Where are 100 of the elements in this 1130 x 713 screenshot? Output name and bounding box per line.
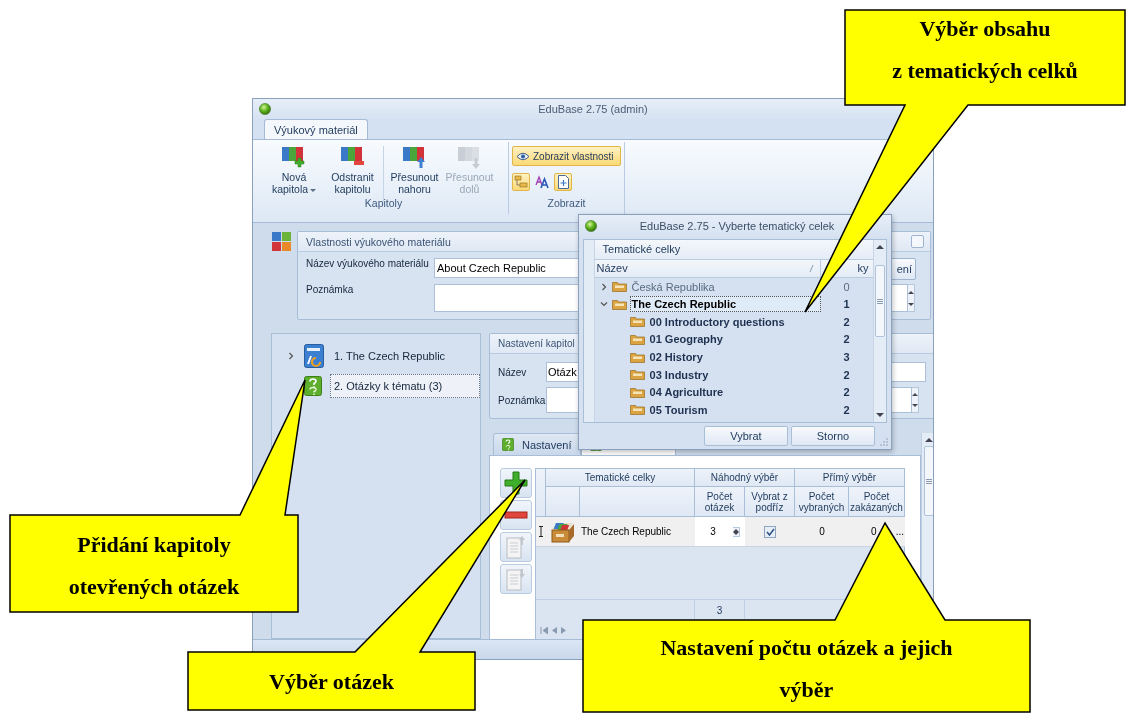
resize-grip-icon[interactable] <box>880 438 888 446</box>
chapter-item[interactable]: 1. The Czech Republic <box>330 344 450 369</box>
text-document-icon <box>304 344 324 369</box>
column-header: Počet otázek <box>695 487 745 518</box>
add-chapter-icon <box>281 145 307 170</box>
column-header: Přímý výběr <box>795 469 905 488</box>
toggle-button[interactable]: Zobrazit vlastnosti <box>512 146 621 167</box>
dialog-button[interactable]: Storno <box>791 426 875 447</box>
group-label: Zobrazit <box>547 197 586 212</box>
page-icon <box>556 175 570 190</box>
table-cell: The Czech Republic <box>580 517 695 548</box>
minus-icon <box>504 511 528 520</box>
panel-title: Vlastnosti výukového materiálu <box>306 235 451 248</box>
grip-icon <box>925 478 932 484</box>
table-cell: 0 <box>871 526 877 538</box>
field-label: Poznámka <box>498 394 546 406</box>
tree-item[interactable]: 04 Agriculture <box>647 384 726 401</box>
tree-item[interactable]: 01 Geography <box>647 331 725 348</box>
dialog-button[interactable]: Vybrat <box>704 426 788 447</box>
table-cell-text: 2 <box>842 333 851 346</box>
table-cell-text: 2 <box>842 368 851 381</box>
spinner[interactable] <box>912 387 919 414</box>
table-cell-text: 2 <box>842 403 851 416</box>
folder-icon <box>629 351 645 363</box>
text-cursor-icon <box>538 526 544 538</box>
callout-text: Přidání kapitoly otevřených otázek <box>67 531 241 601</box>
tiles-icon <box>271 231 293 254</box>
table-cell: 0 <box>795 517 849 548</box>
column-header: Název <box>596 262 628 275</box>
callout-text: Výběr otázek <box>268 668 395 696</box>
folder-icon <box>629 334 645 345</box>
more-button[interactable]: ... <box>895 526 905 538</box>
scroll-up-icon[interactable] <box>924 437 933 443</box>
field-label: Název výukového materiálu <box>306 258 430 272</box>
field-label: Název <box>498 366 528 378</box>
document-down-icon <box>506 567 526 592</box>
question-icon <box>502 438 514 452</box>
field-label: Poznámka <box>306 284 355 298</box>
tree-item[interactable]: 00 Introductory questions <box>647 313 787 330</box>
folder-icon <box>629 404 645 416</box>
table-cell-text: 0 <box>842 280 851 293</box>
next-page-icon[interactable] <box>561 626 566 634</box>
window-title: EduBase 2.75 (admin) <box>537 103 649 116</box>
scrollbar[interactable] <box>872 239 886 423</box>
plus-icon <box>504 471 528 496</box>
chapter-item[interactable]: 2. Otázky k tématu (3) <box>330 374 480 399</box>
app-icon[interactable] <box>585 219 597 232</box>
tree-item[interactable]: 02 History <box>647 349 705 366</box>
folder-icon <box>629 369 645 381</box>
ribbon-button[interactable]: Nová kapitola <box>263 142 325 197</box>
checkbox[interactable] <box>911 235 924 249</box>
column-header: ky <box>857 262 869 275</box>
total-cell: 3 <box>695 599 745 622</box>
band-header: Tematické celky <box>594 239 873 260</box>
expand-icon[interactable] <box>287 352 295 361</box>
folders-icon <box>514 175 528 190</box>
move-down-icon <box>456 145 483 170</box>
table-cell-text: 1 <box>842 298 851 311</box>
document-up-icon <box>506 535 526 560</box>
table-cell-text: 3 <box>842 351 851 364</box>
table-cell-text: 2 <box>842 386 851 399</box>
tab[interactable]: Nastavení <box>493 433 581 456</box>
folder-icon <box>629 316 645 328</box>
panel-title: Nastavení kapitol <box>498 338 575 350</box>
ribbon-button[interactable]: Odstranit kapitolu <box>325 142 380 197</box>
table-cell-text: 2 <box>842 315 851 328</box>
spinner[interactable] <box>908 284 915 313</box>
column-header: Tematické celky <box>546 469 695 488</box>
folder-icon <box>611 281 627 293</box>
folders-toggle[interactable] <box>512 173 530 192</box>
group-label: Kapitoly <box>364 197 403 212</box>
sort-icon <box>808 264 814 272</box>
callout-text: Nastavení počtu otázek a jejich výběr <box>659 634 954 704</box>
column-header: Počet vybraných <box>795 487 849 518</box>
first-page-icon[interactable] <box>540 626 548 634</box>
grip-icon <box>876 298 883 304</box>
add-button[interactable] <box>500 468 532 499</box>
scroll-up-icon[interactable] <box>875 243 884 249</box>
app-icon[interactable] <box>259 103 271 116</box>
tree-item[interactable]: The Czech Republic <box>629 296 821 313</box>
header-cell <box>546 487 580 518</box>
question-icon <box>304 376 322 397</box>
font-icon <box>535 175 549 190</box>
folder-icon <box>611 298 627 310</box>
folder-icon <box>629 386 645 398</box>
column-header: Počet zakázaných <box>849 487 905 518</box>
ribbon-tab[interactable]: Výukový materiál <box>264 119 368 140</box>
tree-item[interactable]: 05 Tourism <box>647 401 710 418</box>
dialog-title: EduBase 2.75 - Vyberte tematický celek <box>638 219 836 232</box>
table-cell: 3 <box>695 517 731 548</box>
spinner[interactable] <box>733 526 740 537</box>
tree-item[interactable]: 03 Industry <box>647 366 711 383</box>
eye-icon <box>516 151 530 161</box>
previous-page-icon[interactable] <box>552 626 557 634</box>
expander-icon[interactable] <box>599 300 608 309</box>
page-toggle[interactable] <box>554 173 572 192</box>
column-header: Vybrat z podříz <box>745 487 795 518</box>
callout-text: Výběr obsahu z tematických celků <box>891 15 1079 85</box>
ribbon-button[interactable]: Přesunout nahoru <box>387 142 442 197</box>
checkbox[interactable] <box>764 525 776 538</box>
